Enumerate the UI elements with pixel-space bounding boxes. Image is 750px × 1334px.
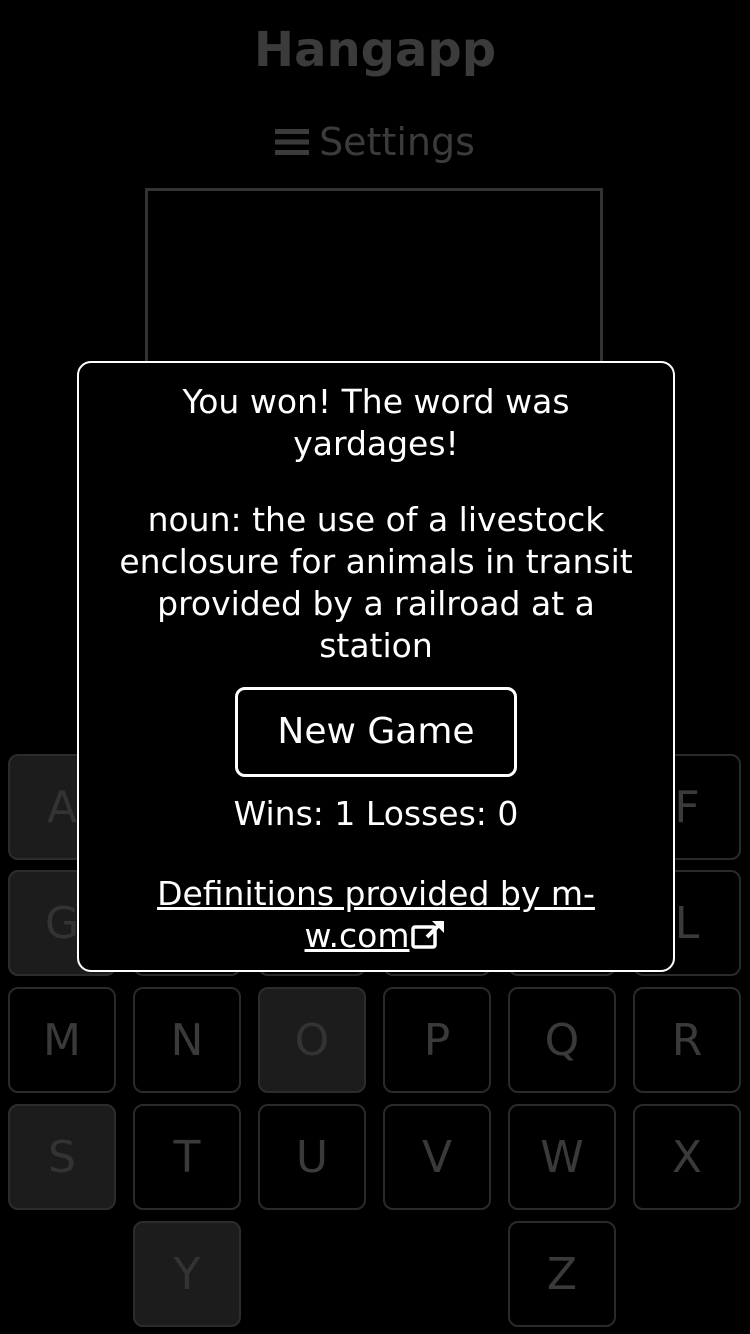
- key-v[interactable]: V: [383, 1104, 491, 1210]
- hangman-drawing-area: [145, 188, 603, 368]
- app-title: Hangapp: [253, 22, 497, 78]
- key-q[interactable]: Q: [508, 987, 616, 1093]
- settings-link[interactable]: Settings: [0, 120, 750, 164]
- word-definition: noun: the use of a livestock enclosure f…: [119, 500, 633, 665]
- key-m[interactable]: M: [8, 987, 116, 1093]
- key-w[interactable]: W: [508, 1104, 616, 1210]
- key-n[interactable]: N: [133, 987, 241, 1093]
- credit-link-label: Definitions provided by m-w.com: [157, 874, 595, 955]
- key-u[interactable]: U: [258, 1104, 366, 1210]
- key-x[interactable]: X: [633, 1104, 741, 1210]
- external-link-icon: [409, 919, 447, 951]
- game-over-modal: You won! The word was yardages! noun: th…: [77, 361, 675, 972]
- key-s[interactable]: S: [8, 1104, 116, 1210]
- definitions-credit-link[interactable]: Definitions provided by m-w.com: [141, 873, 611, 957]
- key-o[interactable]: O: [258, 987, 366, 1093]
- new-game-button[interactable]: New Game: [235, 687, 517, 777]
- win-loss-stats: Wins: 1 Losses: 0: [233, 794, 519, 833]
- key-p[interactable]: P: [383, 987, 491, 1093]
- key-z[interactable]: Z: [508, 1221, 616, 1327]
- key-t[interactable]: T: [133, 1104, 241, 1210]
- key-r[interactable]: R: [633, 987, 741, 1093]
- settings-label: Settings: [319, 120, 475, 164]
- result-message: You won! The word was yardages!: [182, 382, 570, 463]
- key-y[interactable]: Y: [133, 1221, 241, 1327]
- hamburger-menu-icon: [275, 122, 310, 155]
